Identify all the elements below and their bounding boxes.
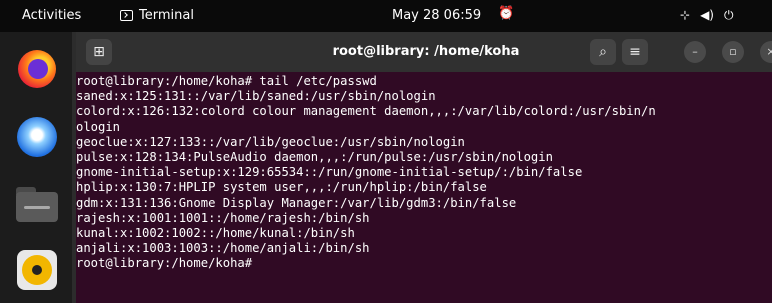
minimize-button[interactable]: – <box>684 41 706 63</box>
thunderbird-icon[interactable] <box>10 110 62 162</box>
folder-line <box>24 206 50 209</box>
hamburger-menu-button[interactable]: ≡ <box>622 39 648 65</box>
terminal-line: saned:x:125:131::/var/lib/saned:/usr/sbi… <box>76 89 436 104</box>
terminal-prompt: root@library:/home/koha# <box>76 256 253 271</box>
firefox-globe <box>28 59 48 79</box>
terminal-line: gdm:x:131:136:Gnome Display Manager:/var… <box>76 195 517 210</box>
window-title: root@library: /home/koha <box>332 44 520 59</box>
volume-icon: ◀) <box>700 8 714 22</box>
firefox-icon[interactable] <box>10 42 62 94</box>
terminal-line: colord:x:126:132:colord colour managemen… <box>76 104 656 119</box>
app-menu[interactable]: Terminal <box>120 8 194 23</box>
terminal-app-icon <box>120 10 133 21</box>
terminal-window: ⊞ root@library: /home/koha ⌕ ≡ – ▫ × roo… <box>76 32 772 303</box>
terminal-output[interactable]: root@library:/home/koha# tail /etc/passw… <box>76 74 772 303</box>
terminal-line: geoclue:x:127:133::/var/lib/geoclue:/usr… <box>76 134 465 149</box>
network-icon: ⊹ <box>680 8 691 22</box>
clock[interactable]: May 28 06:59 <box>392 8 481 23</box>
terminal-line: ologin <box>76 119 121 134</box>
alarm-icon: ⏰ <box>498 6 515 21</box>
desktop: Activities Terminal May 28 06:59 ⏰ ⊹ ◀) … <box>0 0 772 303</box>
close-button[interactable]: × <box>760 41 772 63</box>
rhythmbox-center <box>32 265 42 275</box>
terminal-line: kunal:x:1002:1002::/home/kunal:/bin/sh <box>76 225 355 240</box>
screen-border <box>772 0 776 303</box>
top-bar: Activities Terminal May 28 06:59 ⏰ ⊹ ◀) … <box>0 0 772 32</box>
terminal-line: root@library:/home/koha# tail /etc/passw… <box>76 74 377 88</box>
terminal-line: hplip:x:130:7:HPLIP system user,,,:/run/… <box>76 180 487 195</box>
terminal-line: pulse:x:128:134:PulseAudio daemon,,,:/ru… <box>76 149 553 164</box>
terminal-line: rajesh:x:1001:1001::/home/rajesh:/bin/sh <box>76 210 370 225</box>
thunderbird-bird <box>17 117 57 157</box>
rhythmbox-icon[interactable] <box>10 244 62 296</box>
window-titlebar[interactable]: ⊞ root@library: /home/koha ⌕ ≡ – ▫ × <box>76 32 772 72</box>
search-button[interactable]: ⌕ <box>590 39 616 65</box>
terminal-line: anjali:x:1003:1003::/home/anjali:/bin/sh <box>76 241 370 256</box>
maximize-button[interactable]: ▫ <box>722 41 744 63</box>
power-icon: ⏻ <box>723 8 734 22</box>
system-tray[interactable]: ⊹ ◀) ⏻ <box>680 8 733 23</box>
activities-button[interactable]: Activities <box>22 8 81 23</box>
app-menu-label: Terminal <box>139 8 194 23</box>
dock <box>0 32 72 303</box>
files-icon[interactable] <box>10 178 62 230</box>
terminal-line: gnome-initial-setup:x:129:65534::/run/gn… <box>76 165 583 180</box>
